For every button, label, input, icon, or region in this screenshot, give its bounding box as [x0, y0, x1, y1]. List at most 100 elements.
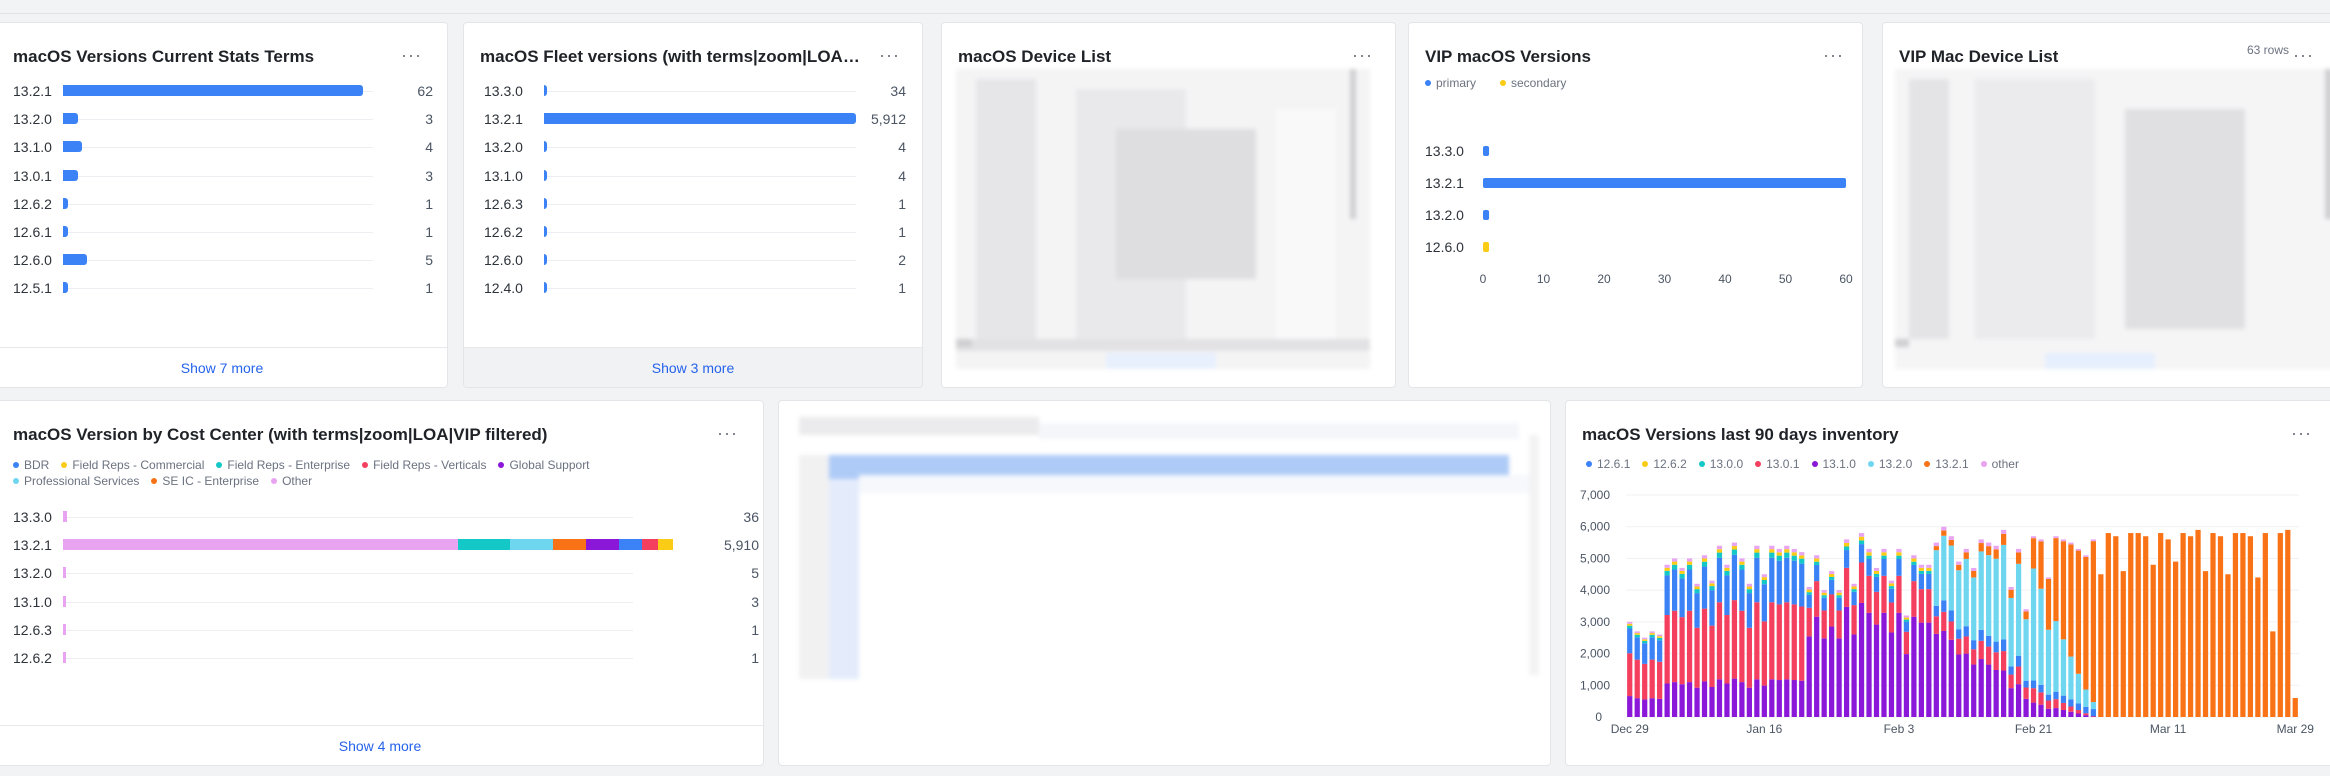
column: [2068, 542, 2074, 717]
column-segment: [1701, 558, 1708, 562]
ellipsis-icon[interactable]: ···: [879, 45, 900, 66]
column-segment: [1716, 549, 1723, 553]
column-segment: [2075, 703, 2082, 711]
column-segment: [1888, 588, 1895, 603]
legend-swatch: [498, 461, 505, 468]
column-segment: [1881, 558, 1887, 576]
column-segment: [2150, 564, 2156, 717]
x-tick-label: Feb 21: [2015, 722, 2053, 736]
ellipsis-icon[interactable]: ···: [2291, 423, 2312, 444]
column-segment: [2090, 702, 2096, 710]
ellipsis-icon[interactable]: ···: [717, 423, 738, 444]
column-segment: [2008, 586, 2014, 590]
x-tick-label: Dec 29: [1611, 722, 1649, 736]
card-title: macOS Device List: [958, 47, 1112, 66]
column-segment: [1888, 586, 1895, 589]
bar: [63, 226, 68, 237]
column-segment: [1634, 659, 1640, 699]
card-title: macOS Versions last 90 days inventory: [1582, 425, 1899, 444]
column-segment: [1761, 584, 1767, 622]
bar-label: 12.5.1: [13, 280, 52, 297]
column: [2270, 631, 2276, 717]
ellipsis-icon[interactable]: ···: [1352, 45, 1373, 66]
column-segment: [1866, 552, 1872, 556]
column: [2143, 536, 2149, 717]
bar-row: 12.6.3 1: [484, 194, 908, 214]
column-segment: [2030, 536, 2037, 539]
column-segment: [1941, 600, 1947, 612]
column-segment: [1948, 639, 1954, 717]
column-segment: [2090, 541, 2096, 703]
legend-item: 13.1.0: [1811, 457, 1856, 471]
column: [2210, 533, 2216, 717]
column-segment: [1963, 558, 1969, 627]
ellipsis-icon[interactable]: ···: [2293, 45, 2314, 66]
column-segment: [1978, 640, 1984, 660]
column-segment: [2053, 621, 2059, 692]
column-segment: [2075, 673, 2082, 704]
column-segment: [1634, 634, 1640, 638]
bar-track: [544, 232, 856, 233]
column: [2158, 533, 2164, 717]
column: [2053, 536, 2059, 717]
column-segment: [2165, 539, 2171, 717]
column-segment: [1686, 564, 1693, 570]
column-segment: [1716, 552, 1723, 558]
column-segment: [1806, 589, 1812, 593]
column: [1963, 548, 1969, 717]
show-more-button[interactable]: Show 4 more: [0, 725, 763, 765]
y-tick-label: 2,000: [1580, 647, 1610, 661]
column-segment: [1873, 576, 1880, 592]
show-more-button[interactable]: Show 7 more: [0, 347, 447, 387]
column: [1911, 555, 1917, 717]
column: [1754, 545, 1760, 717]
card-title: VIP macOS Versions: [1425, 47, 1591, 66]
column: [1791, 548, 1797, 717]
column-segment: [1746, 589, 1753, 594]
column: [2292, 697, 2298, 717]
column-segment: [1716, 679, 1723, 717]
bar-track: [63, 147, 373, 149]
legend-label: Field Reps - Commercial: [72, 458, 205, 472]
column-segment: [2038, 704, 2044, 717]
column-segment: [2262, 533, 2268, 717]
column-segment: [1799, 558, 1805, 564]
column-segment: [1866, 548, 1872, 553]
bar-label: 12.6.0: [484, 252, 523, 269]
column-segment: [2045, 694, 2052, 701]
column-segment: [1664, 615, 1670, 684]
bar: [1483, 178, 1846, 188]
column-segment: [1716, 602, 1723, 680]
legend-swatch: [1425, 80, 1431, 86]
bar-label: 13.2.0: [13, 111, 52, 128]
bar-track: [544, 260, 856, 262]
ellipsis-icon[interactable]: ···: [1823, 45, 1844, 66]
bar-value: 1: [425, 195, 433, 212]
column-segment: [1799, 680, 1805, 717]
column-segment: [1941, 535, 1947, 601]
column-segment: [1918, 622, 1924, 717]
legend-item: Professional Services: [13, 473, 139, 489]
column: [2240, 533, 2246, 717]
x-tick-label: 60: [1839, 272, 1853, 286]
ellipsis-icon[interactable]: ···: [401, 45, 422, 66]
bar-row: 13.1.0 4: [484, 166, 908, 186]
column-segment: [2098, 574, 2104, 717]
column-segment: [1754, 549, 1760, 553]
show-more-button[interactable]: Show 3 more: [464, 347, 922, 387]
y-tick-label: 13.3.0: [1425, 143, 1464, 159]
column-segment: [1657, 661, 1663, 699]
column-segment: [1671, 682, 1678, 717]
bar-row: 13.2.1 5,912: [484, 109, 908, 129]
column-segment: [1664, 575, 1670, 616]
column-segment: [2045, 578, 2052, 630]
column-segment: [2053, 538, 2059, 622]
column-segment: [1941, 526, 1947, 531]
bar: [63, 141, 83, 153]
y-tick-label: 13.2.0: [1425, 207, 1464, 223]
legend-label: 13.0.1: [1766, 457, 1800, 471]
legend: 12.6.1 12.6.2 13.0.0 13.0.1 13.1.0 13.2.0 13.2…: [1586, 457, 2286, 471]
column: [2128, 533, 2134, 717]
column: [1642, 637, 1648, 717]
y-tick-label: 6,000: [1580, 520, 1610, 534]
